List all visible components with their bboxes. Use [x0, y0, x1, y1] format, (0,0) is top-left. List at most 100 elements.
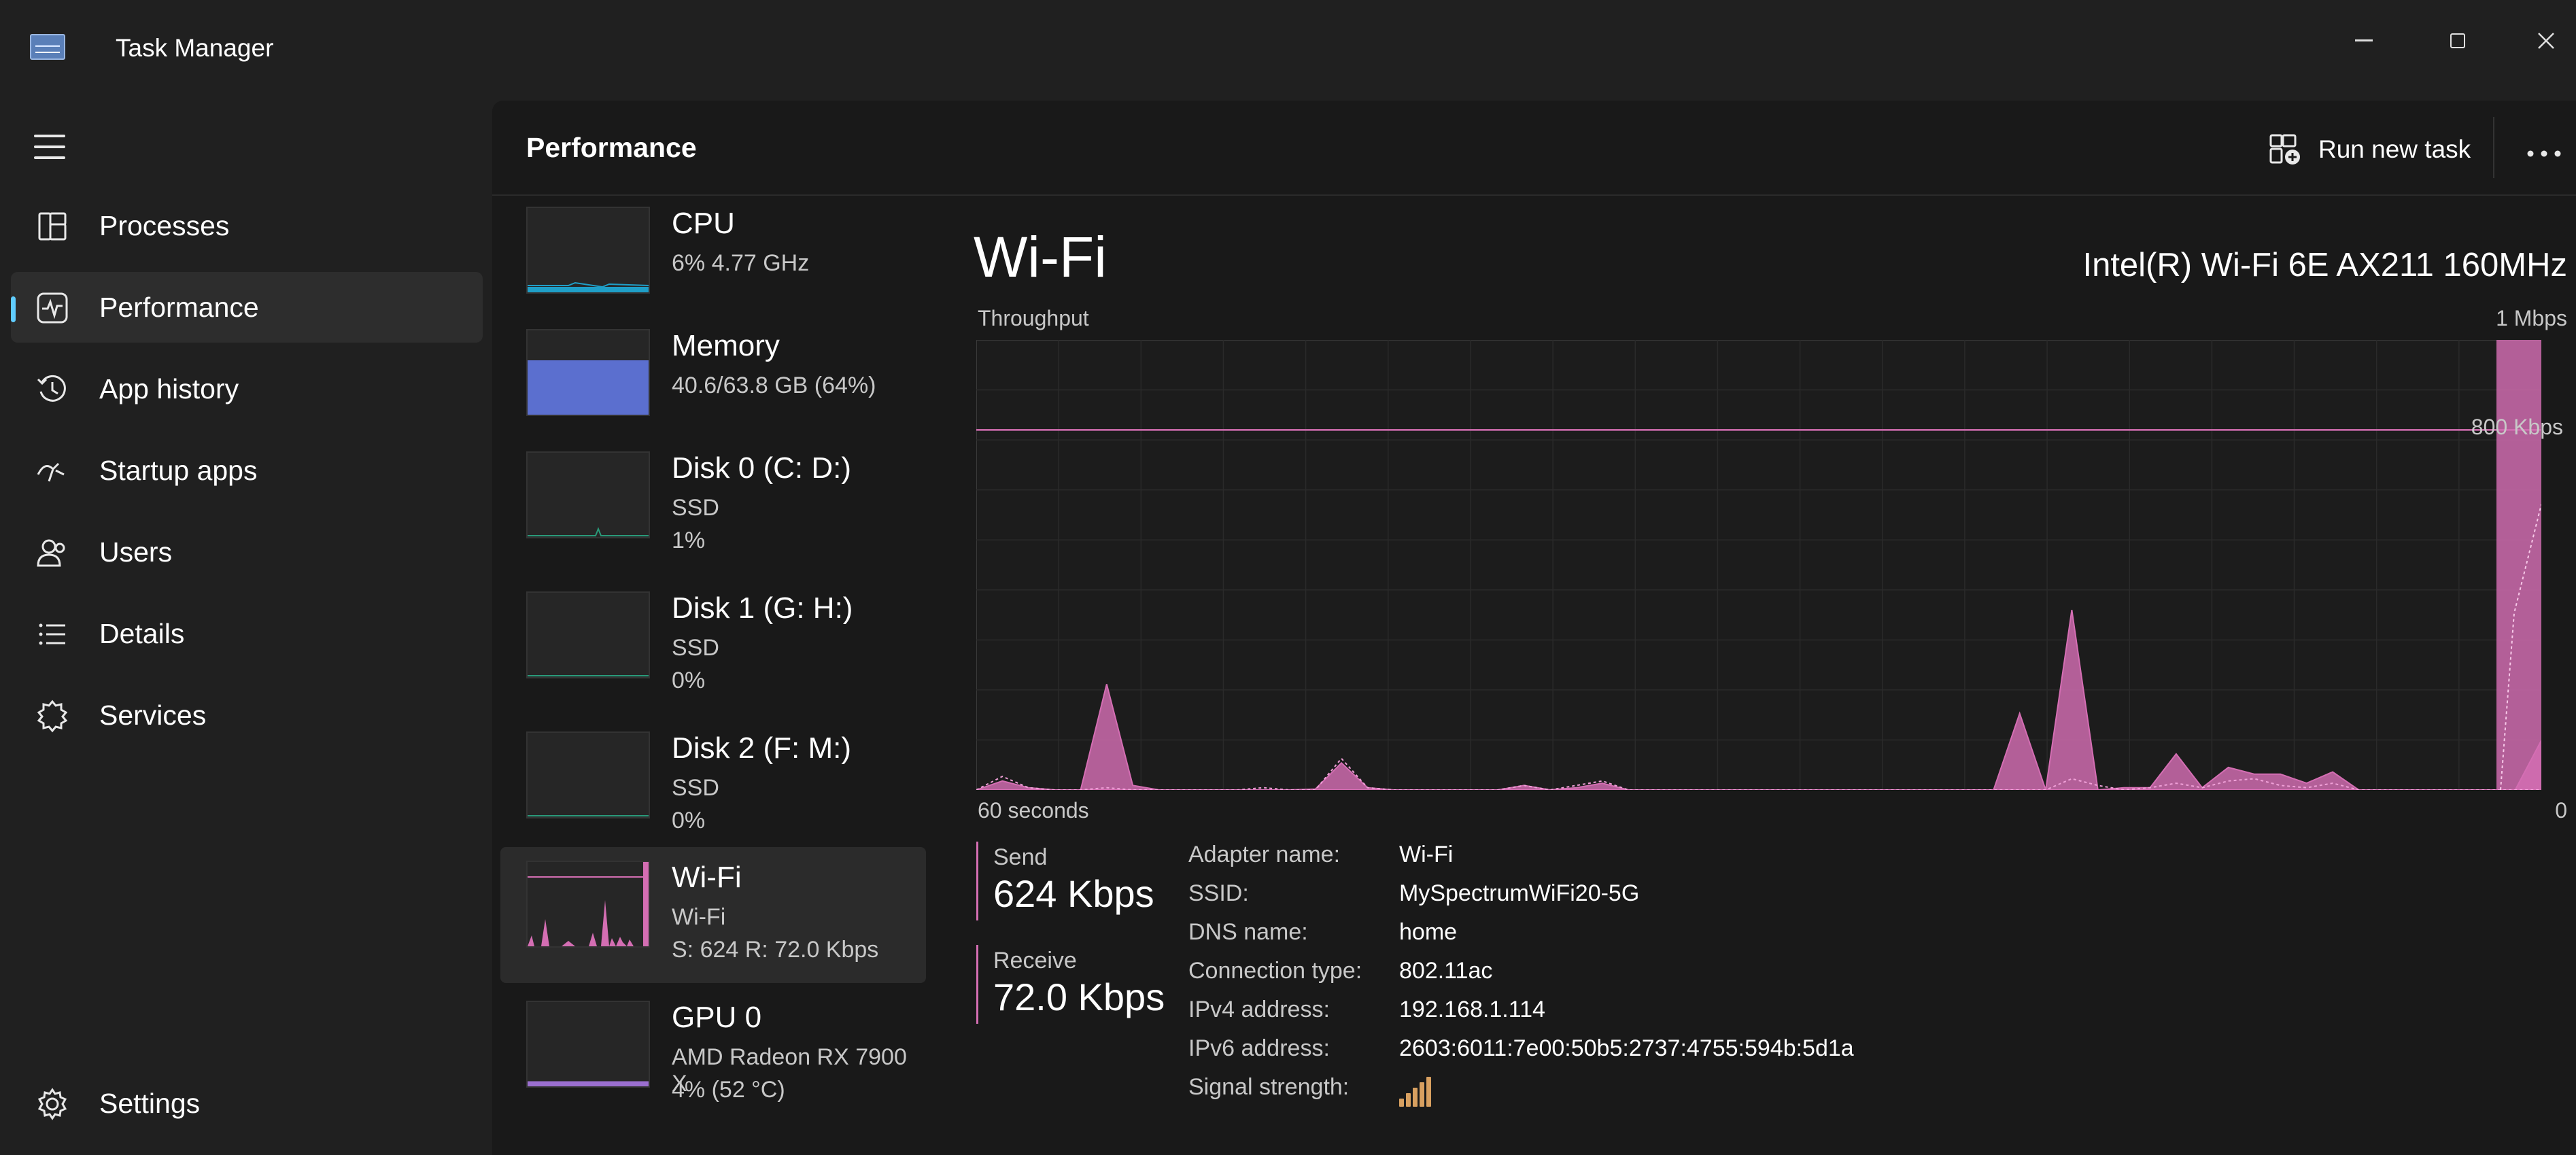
send-value: 624 Kbps [993, 872, 1154, 915]
maximize-icon [2450, 33, 2465, 48]
chart-title: Throughput [978, 306, 1089, 330]
device-name: Disk 1 (G: H:) [672, 591, 853, 625]
memory-thumbnail-graph [526, 329, 650, 416]
active-indicator [11, 296, 16, 322]
chart-latest-bar [2496, 340, 2541, 790]
nav-item-label: Services [99, 699, 207, 731]
header-separator [2493, 117, 2494, 178]
services-icon [35, 699, 69, 733]
device-stat: 1% [672, 528, 706, 553]
device-item-cpu[interactable]: CPU 6% 4.77 GHz [500, 193, 926, 329]
nav-item-services[interactable]: Services [11, 680, 483, 751]
maximize-button[interactable] [2420, 14, 2495, 68]
prop-key: IPv4 address: [1188, 997, 1330, 1022]
device-type: Wi-Fi [672, 904, 726, 930]
minimize-button[interactable] [2326, 14, 2401, 68]
content-area: Performance Run new task CPU 6% 4.77 GHz… [492, 101, 2576, 1155]
nav-item-label: Users [99, 536, 173, 568]
prop-key: SSID: [1188, 880, 1249, 906]
prop-key: IPv6 address: [1188, 1035, 1330, 1061]
receive-label: Receive [993, 948, 1077, 973]
nav-item-label: Details [99, 617, 185, 649]
device-item-gpu0[interactable]: GPU 0 AMD Radeon RX 7900 X 4% (52 °C) [500, 987, 926, 1123]
device-name: Memory [672, 329, 780, 362]
hamburger-menu-button[interactable] [34, 135, 65, 162]
prop-key: DNS name: [1188, 919, 1308, 945]
users-icon [35, 536, 69, 570]
history-icon [35, 373, 69, 407]
nav-item-startup-apps[interactable]: Startup apps [11, 435, 483, 506]
run-new-task-label: Run new task [2318, 135, 2471, 163]
nav-item-label: Settings [99, 1087, 201, 1119]
disk1-thumbnail-graph [526, 591, 650, 678]
device-name: Wi-Fi [672, 861, 742, 894]
page-title: Performance [526, 132, 697, 163]
run-new-task-button[interactable]: Run new task [2268, 129, 2471, 170]
run-task-icon [2268, 133, 2302, 167]
prop-value: 802.11ac [1399, 958, 1493, 984]
throughput-chart [976, 340, 2541, 790]
device-stat: 0% [672, 668, 706, 693]
prop-key: Connection type: [1188, 958, 1362, 984]
device-name: GPU 0 [672, 1001, 762, 1034]
device-type: SSD [672, 635, 719, 661]
nav-item-label: Startup apps [99, 454, 258, 486]
device-name: Disk 0 (C: D:) [672, 451, 851, 485]
device-stat: 0% [672, 808, 706, 833]
chart-xlabel-right: 0 [2555, 798, 2567, 823]
minimize-icon [2355, 39, 2373, 41]
device-name: CPU [672, 207, 735, 240]
app-title: Task Manager [116, 34, 274, 62]
device-item-disk0[interactable]: Disk 0 (C: D:) SSD 1% [500, 438, 926, 574]
device-name: Disk 2 (F: M:) [672, 731, 851, 765]
device-type: SSD [672, 495, 719, 521]
settings-gear-icon [35, 1087, 69, 1121]
page-header: Performance Run new task [492, 101, 2576, 196]
nav-item-settings[interactable]: Settings [11, 1068, 483, 1139]
details-list-icon [35, 617, 69, 651]
disk2-thumbnail-graph [526, 731, 650, 818]
nav-item-label: App history [99, 373, 239, 404]
nav-item-performance[interactable]: Performance [11, 272, 483, 343]
nav-item-app-history[interactable]: App history [11, 354, 483, 424]
signal-strength-icon [1399, 1077, 1433, 1107]
navigation-pane: Processes Performance App history Startu… [0, 95, 492, 1155]
receive-value: 72.0 Kbps [993, 976, 1165, 1018]
nav-item-details[interactable]: Details [11, 598, 483, 669]
device-list: CPU 6% 4.77 GHz Memory 40.6/63.8 GB (64%… [492, 196, 927, 1155]
title-bar: Task Manager [0, 0, 2576, 95]
device-item-wifi[interactable]: Wi-Fi Wi-Fi S: 624 R: 72.0 Kbps [500, 847, 926, 983]
device-stat: 40.6/63.8 GB (64%) [672, 373, 876, 398]
prop-key: Signal strength: [1188, 1074, 1350, 1100]
send-label: Send [993, 844, 1048, 870]
device-stat: 4% (52 °C) [672, 1077, 785, 1103]
device-stat: 6% 4.77 GHz [672, 250, 810, 276]
adapter-full-name: Intel(R) Wi-Fi 6E AX211 160MHz [2082, 247, 2567, 283]
send-stat: Send 624 Kbps [976, 842, 1182, 920]
more-options-button[interactable] [2517, 128, 2571, 169]
chart-xlabel-left: 60 seconds [978, 798, 1089, 823]
prop-value: MySpectrumWiFi20-5G [1399, 880, 1640, 906]
startup-icon [35, 454, 69, 488]
performance-icon [35, 291, 69, 325]
chart-plot-area [976, 340, 2541, 790]
device-item-disk2[interactable]: Disk 2 (F: M:) SSD 0% [500, 718, 926, 854]
nav-item-processes[interactable]: Processes [11, 190, 483, 261]
device-type: SSD [672, 775, 719, 801]
wifi-detail-panel: Wi-Fi Intel(R) Wi-Fi 6E AX211 160MHz Thr… [972, 196, 2567, 1148]
device-item-disk1[interactable]: Disk 1 (G: H:) SSD 0% [500, 578, 926, 714]
device-item-memory[interactable]: Memory 40.6/63.8 GB (64%) [500, 315, 926, 451]
nav-item-users[interactable]: Users [11, 517, 483, 587]
prop-value: 192.168.1.114 [1399, 997, 1545, 1022]
detail-title: Wi-Fi [974, 225, 1107, 289]
wifi-thumbnail-graph [526, 861, 650, 948]
close-button[interactable] [2509, 14, 2576, 68]
processes-icon [35, 209, 69, 243]
prop-value: home [1399, 919, 1458, 945]
receive-stat: Receive 72.0 Kbps [976, 945, 1182, 1024]
device-stat: S: 624 R: 72.0 Kbps [672, 937, 879, 963]
gpu0-thumbnail-graph [526, 1001, 650, 1088]
more-dots-icon [2527, 150, 2561, 157]
cpu-thumbnail-graph [526, 207, 650, 294]
disk0-thumbnail-graph [526, 451, 650, 538]
